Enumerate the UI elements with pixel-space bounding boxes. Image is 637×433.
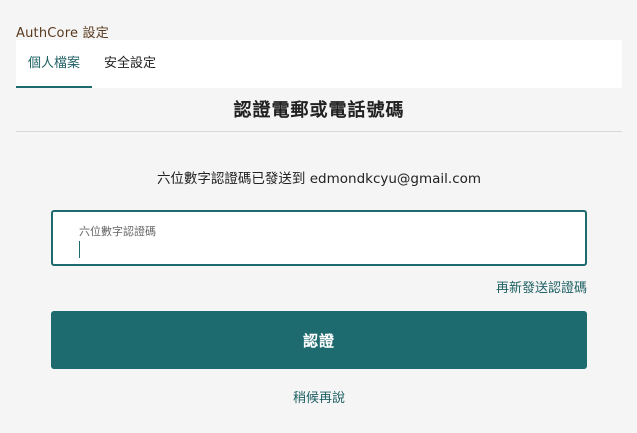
code-sent-message: 六位數字認證碼已發送到 edmondkcyu@gmail.com <box>156 171 482 187</box>
page-title: 認證電郵或電話號碼 <box>233 100 405 121</box>
verify-button[interactable]: 認證 <box>51 311 587 369</box>
text-cursor <box>79 241 80 258</box>
resend-code-link[interactable]: 再新發送認證碼 <box>496 277 587 296</box>
later-link[interactable]: 稍候再說 <box>16 387 622 406</box>
app-title: AuthCore 設定 <box>16 26 109 41</box>
verification-code-input[interactable] <box>77 238 557 258</box>
tab-profile[interactable]: 個人檔案 <box>16 40 92 88</box>
tab-bar: 個人檔案 安全設定 <box>16 40 622 88</box>
tab-security[interactable]: 安全設定 <box>96 40 164 88</box>
verification-code-field[interactable]: 六位數字認證碼 <box>51 210 587 266</box>
verification-code-label: 六位數字認證碼 <box>79 225 156 238</box>
heading-divider <box>16 131 622 132</box>
